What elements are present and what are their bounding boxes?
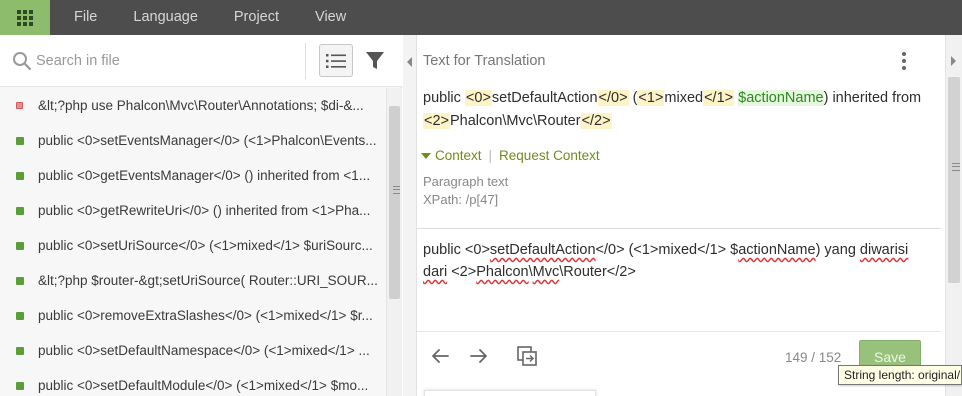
translated-status-icon: [16, 242, 24, 250]
variable-token[interactable]: $actionName: [738, 90, 824, 106]
list-item-text: public <0>getRewriteUri</0> () inherited…: [38, 203, 371, 218]
translated-status-icon: [16, 277, 24, 285]
placeholder-tag[interactable]: </2>: [580, 113, 612, 129]
separator: |: [488, 148, 493, 163]
list-item-text: public <0>setDefaultNamespace</0> (<1>mi…: [38, 343, 370, 358]
untranslated-status-icon: [16, 102, 23, 109]
tooltip: String length: original/: [838, 365, 962, 385]
editor-scrollbar[interactable]: [945, 35, 962, 396]
translated-status-icon: [16, 382, 24, 390]
list-item[interactable]: &lt;?php use Phalcon\Mvc\Router\Annotati…: [0, 88, 386, 123]
translated-status-icon: [16, 347, 24, 355]
translated-status-icon: [16, 207, 24, 215]
menu-language[interactable]: Language: [121, 0, 210, 35]
list-view-button[interactable]: [319, 44, 353, 77]
list-item[interactable]: public <0>getEventsManager</0> () inheri…: [0, 158, 386, 193]
more-options-icon[interactable]: [901, 52, 907, 70]
translated-status-icon: [16, 137, 24, 145]
list-item-text: public <0>setEventsManager</0> (<1>Phalc…: [38, 133, 377, 148]
list-item-text: public <0>getEventsManager</0> () inheri…: [38, 168, 371, 183]
search-input[interactable]: [36, 49, 296, 73]
list-item-text: &lt;?php use Phalcon\Mvc\Router\Annotati…: [38, 98, 364, 113]
placeholder-tag[interactable]: <2>: [423, 113, 450, 129]
chevron-left-icon: [407, 57, 412, 67]
grip-icon: [952, 163, 960, 171]
toolbar-divider: [305, 43, 306, 79]
list-item[interactable]: public <0>setDefaultNamespace</0> (<1>mi…: [0, 333, 386, 368]
apps-grid-button[interactable]: [0, 0, 50, 35]
list-item[interactable]: public <0>getRewriteUri</0> () inherited…: [0, 193, 386, 228]
filter-icon: [366, 52, 384, 69]
arrow-left-icon: [432, 349, 449, 363]
editor-action-bar: 149 / 152 Save: [417, 331, 941, 396]
filter-button[interactable]: [362, 49, 388, 73]
search-bar: [0, 35, 402, 87]
list-item[interactable]: public <0>setEventsManager</0> (<1>Phalc…: [0, 123, 386, 158]
list-item-text: public <0>setUriSource</0> (<1>mixed</1>…: [38, 238, 373, 253]
divider: [417, 228, 941, 229]
translation-input[interactable]: public <0>setDefaultAction</0> (<1>mixed…: [423, 239, 923, 283]
context-details: Paragraph text XPath: /p[47]: [423, 173, 508, 209]
placeholder-tag[interactable]: </0>: [597, 90, 629, 106]
list-item-text: public <0>removeExtraSlashes</0> (<1>mix…: [38, 308, 373, 323]
next-string-button[interactable]: [467, 344, 491, 368]
copy-icon: [517, 346, 537, 366]
search-icon: [13, 52, 32, 71]
menu-project[interactable]: Project: [222, 0, 291, 35]
paragraph-label: Paragraph text: [423, 174, 509, 189]
grid-icon: [17, 9, 33, 26]
list-item[interactable]: public <0>removeExtraSlashes</0> (<1>mix…: [0, 298, 386, 333]
request-context-link[interactable]: Request Context: [499, 148, 600, 163]
top-menu-bar: File Language Project View: [0, 0, 962, 35]
dropdown-card: [424, 390, 596, 396]
list-item[interactable]: public <0>setDefaultModule</0> (<1>mixed…: [0, 368, 386, 396]
scrollbar-thumb[interactable]: [948, 77, 960, 283]
string-counter: 149 / 152: [785, 350, 842, 365]
copy-source-button[interactable]: [515, 344, 539, 368]
list-item[interactable]: public <0>setUriSource</0> (<1>mixed</1>…: [0, 228, 386, 263]
context-toggle[interactable]: Context: [435, 148, 482, 163]
grip-icon: [393, 186, 400, 194]
placeholder-tag[interactable]: <1>: [637, 90, 665, 106]
chevron-right-icon[interactable]: [951, 56, 956, 66]
strings-list-scrollbar[interactable]: [386, 88, 402, 396]
translation-editor: Text for Translation public <0>setDefaul…: [417, 35, 945, 396]
main-menu: File Language Project View: [50, 0, 358, 35]
context-row: Context | Request Context: [421, 148, 600, 163]
collapse-left-panel-handle[interactable]: [403, 35, 417, 396]
xpath-label: XPath: /p[47]: [423, 192, 499, 207]
list-item-text: &lt;?php $router-&gt;setUriSource( Route…: [38, 273, 378, 288]
list-icon: [326, 53, 346, 68]
strings-panel: &lt;?php use Phalcon\Mvc\Router\Annotati…: [0, 35, 402, 396]
menu-view[interactable]: View: [303, 0, 358, 35]
list-item[interactable]: &lt;?php $router-&gt;setUriSource( Route…: [0, 263, 386, 298]
caret-down-icon: [421, 152, 431, 159]
editor-title: Text for Translation: [423, 53, 546, 69]
translated-status-icon: [16, 172, 24, 180]
arrow-right-icon: [470, 349, 487, 363]
placeholder-tag[interactable]: <0>: [464, 90, 492, 106]
list-item-text: public <0>setDefaultModule</0> (<1>mixed…: [38, 378, 369, 393]
previous-string-button[interactable]: [428, 344, 452, 368]
strings-list: &lt;?php use Phalcon\Mvc\Router\Annotati…: [0, 88, 386, 396]
placeholder-tag[interactable]: </1>: [703, 90, 735, 106]
menu-file[interactable]: File: [62, 0, 109, 35]
translated-status-icon: [16, 312, 24, 320]
scrollbar-thumb[interactable]: [389, 106, 400, 299]
source-text: public <0>setDefaultAction</0> (<1>mixed…: [423, 90, 922, 129]
